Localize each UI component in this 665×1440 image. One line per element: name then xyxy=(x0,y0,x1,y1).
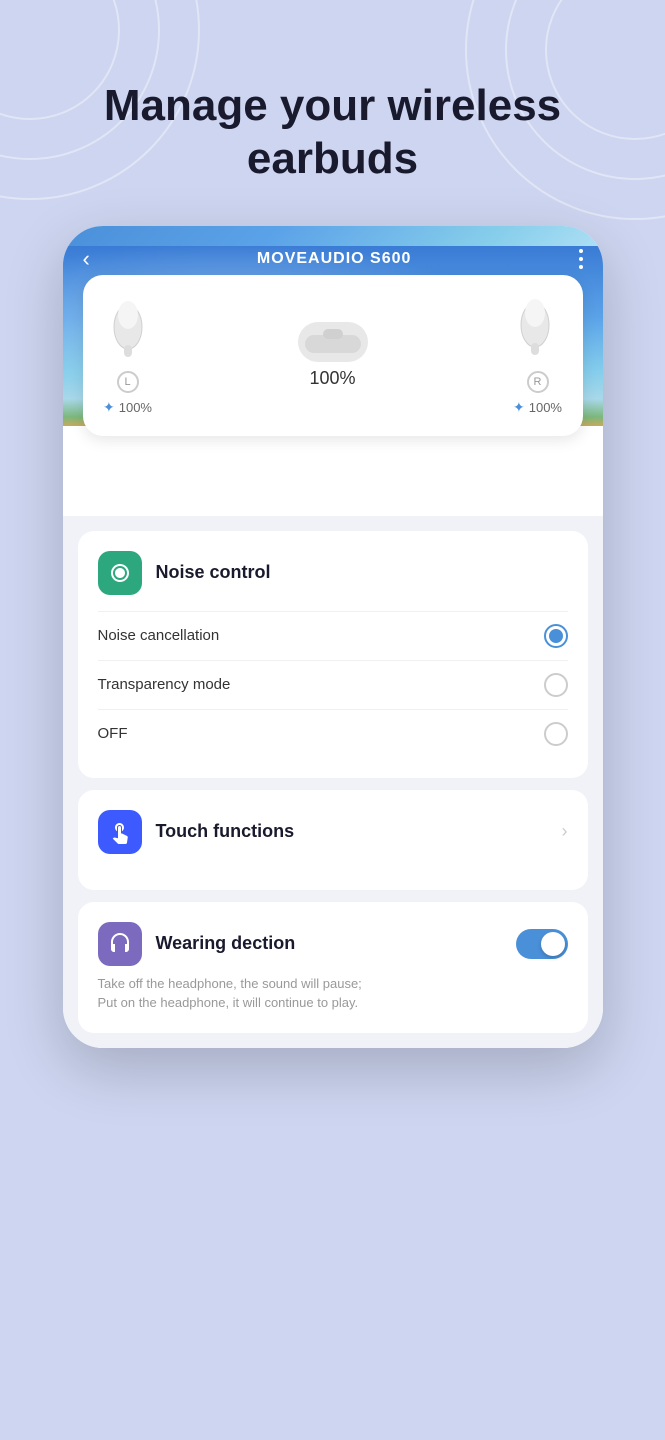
noise-control-icon xyxy=(98,551,142,595)
right-earbud-label: R xyxy=(527,371,549,393)
wearing-detection-header: Wearing dection xyxy=(98,922,568,966)
noise-cancellation-radio[interactable] xyxy=(544,624,568,648)
transparency-mode-option[interactable]: Transparency mode xyxy=(98,660,568,709)
wearing-detection-description: Take off the headphone, the sound will p… xyxy=(98,974,568,1013)
touch-functions-header: Touch functions › xyxy=(98,810,568,854)
left-earbud-label: L xyxy=(117,371,139,393)
back-button[interactable]: ‹ xyxy=(83,246,90,272)
left-battery-pct: ✦ 100% xyxy=(103,399,152,416)
right-battery-pct: ✦ 100% xyxy=(513,399,562,416)
more-dot xyxy=(579,257,583,261)
wearing-detection-icon xyxy=(98,922,142,966)
transparency-mode-label: Transparency mode xyxy=(98,676,231,693)
battery-content: L ✦ 100% 100% xyxy=(103,295,563,416)
bluetooth-icon-right: ✦ xyxy=(513,399,525,416)
description-line2: Put on the headphone, it will continue t… xyxy=(98,995,359,1010)
case-icon xyxy=(298,322,368,362)
right-earbud-item: R ✦ 100% xyxy=(513,295,563,416)
page-headline: Manage your wireless earbuds xyxy=(64,80,601,186)
app-content: Noise control Noise cancellation Transpa… xyxy=(63,516,603,1048)
off-radio[interactable] xyxy=(544,722,568,746)
noise-control-card: Noise control Noise cancellation Transpa… xyxy=(78,531,588,778)
app-header: ‹ MOVEAUDIO S600 xyxy=(63,226,603,426)
more-dot xyxy=(579,249,583,253)
off-option[interactable]: OFF xyxy=(98,709,568,758)
right-earbud-icon xyxy=(513,295,563,365)
case-info: 100% xyxy=(298,322,368,389)
wearing-detection-card: Wearing dection Take off the headphone, … xyxy=(78,902,588,1033)
battery-card: L ✦ 100% 100% xyxy=(83,275,583,436)
radio-inner xyxy=(549,629,563,643)
bluetooth-icon-left: ✦ xyxy=(103,399,115,416)
case-battery-pct: 100% xyxy=(309,368,355,389)
noise-control-title: Noise control xyxy=(156,562,271,583)
touch-functions-arrow: › xyxy=(562,821,568,842)
transparency-mode-radio[interactable] xyxy=(544,673,568,697)
header-nav: ‹ MOVEAUDIO S600 xyxy=(63,246,603,272)
wearing-detection-toggle[interactable] xyxy=(516,929,568,959)
wearing-detection-title: Wearing dection xyxy=(156,933,486,954)
wearing-detection-info: Wearing dection xyxy=(156,933,486,954)
noise-control-header: Noise control xyxy=(98,551,568,595)
touch-functions-title: Touch functions xyxy=(156,821,295,842)
headline-line2: earbuds xyxy=(247,134,418,183)
phone-mockup: ‹ MOVEAUDIO S600 xyxy=(63,226,603,1048)
touch-functions-card[interactable]: Touch functions › xyxy=(78,790,588,890)
noise-cancellation-option[interactable]: Noise cancellation xyxy=(98,611,568,660)
left-earbud-item: L ✦ 100% xyxy=(103,295,153,416)
description-line1: Take off the headphone, the sound will p… xyxy=(98,976,362,991)
toggle-thumb xyxy=(541,932,565,956)
left-earbud-icon xyxy=(103,295,153,365)
off-label: OFF xyxy=(98,725,128,742)
noise-cancellation-label: Noise cancellation xyxy=(98,627,220,644)
more-button[interactable] xyxy=(579,249,583,269)
more-dot xyxy=(579,265,583,269)
device-name: MOVEAUDIO S600 xyxy=(257,250,411,268)
headline-line1: Manage your wireless xyxy=(104,81,561,130)
touch-functions-icon xyxy=(98,810,142,854)
